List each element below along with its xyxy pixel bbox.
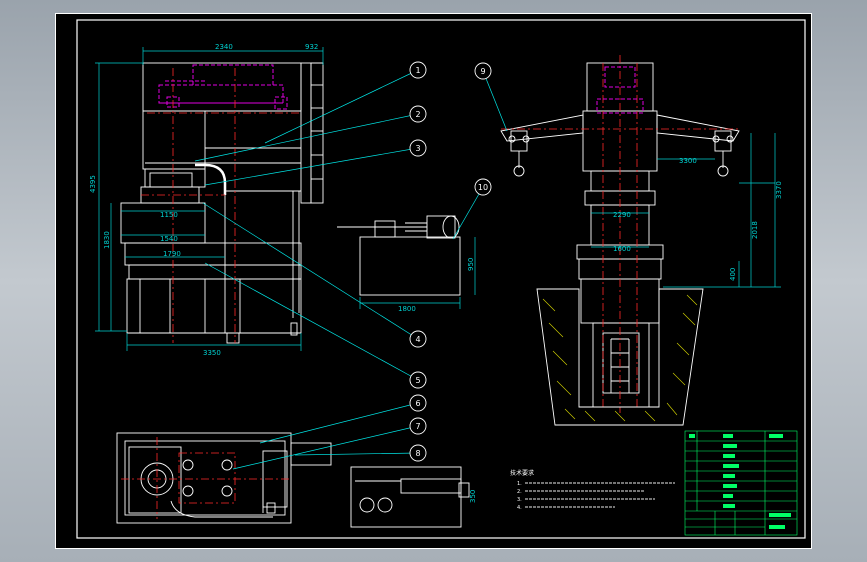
dim-side-w2: 1600	[613, 245, 631, 253]
dim-total-height: 4395	[89, 175, 97, 193]
notes-title: 技术要求	[510, 469, 534, 477]
balloon-label: 9	[480, 67, 485, 76]
plan-view	[116, 432, 332, 524]
balloon-label: 7	[415, 422, 420, 431]
balloon-label: 3	[415, 144, 420, 153]
side-centerlines	[501, 55, 739, 413]
dim-side-h-total: 3370	[775, 181, 783, 199]
motor-dimensions	[359, 237, 476, 309]
balloon-leader	[294, 452, 419, 456]
dim-side-h-low: 400	[729, 268, 737, 281]
hydraulic-pipe	[195, 163, 227, 195]
balloon-leader	[452, 186, 484, 240]
drawing-sheet: 2340 932 4395 1830 3350 1150 1540 1790 1…	[55, 13, 812, 549]
motor-view	[337, 215, 461, 296]
dim-base-width: 3350	[203, 349, 221, 357]
balloon-leader	[259, 402, 419, 444]
front-view	[120, 62, 324, 344]
front-dimensions	[95, 47, 324, 351]
note-line: 4.	[517, 505, 522, 511]
balloon-label: 8	[415, 449, 420, 458]
dim-top-width: 2340	[215, 43, 233, 51]
balloon-label: 2	[415, 110, 420, 119]
dim-w3: 1790	[163, 250, 181, 258]
notes-lines: 1. 2. 3. 4.	[517, 481, 675, 511]
balloon-leader	[482, 70, 508, 132]
technical-notes: 技术要求 1. 2. 3. 4.	[510, 469, 675, 511]
dim-side-h-upper: 2018	[751, 221, 759, 239]
balloon-leader	[204, 262, 419, 381]
balloon-leader	[232, 425, 419, 470]
balloon-label: 5	[415, 376, 420, 385]
dim-w2: 1540	[160, 235, 178, 243]
dim-beam-inner: 3300	[679, 157, 697, 165]
pump-view	[350, 466, 470, 528]
dim-side-w1: 2290	[613, 211, 631, 219]
note-line: 1.	[517, 481, 522, 487]
parts-table	[684, 430, 798, 536]
dim-top-right: 932	[305, 43, 318, 51]
balloon-label: 10	[478, 183, 488, 192]
dim-motor-height: 950	[467, 258, 475, 271]
dim-plan-height: 350	[469, 490, 477, 503]
note-line: 3.	[517, 497, 522, 503]
top-mechanism	[158, 64, 288, 110]
dim-mid-height: 1830	[103, 231, 111, 249]
dim-motor-width: 1800	[398, 305, 416, 313]
balloon-label: 4	[415, 335, 420, 344]
dim-w1: 1150	[160, 211, 178, 219]
balloon-leader	[264, 69, 419, 144]
note-line: 2.	[517, 489, 522, 495]
foundation-pit	[536, 288, 704, 426]
balloon-label: 1	[415, 66, 420, 75]
parts-table-marks	[689, 434, 791, 529]
balloon-label: 6	[415, 399, 420, 408]
